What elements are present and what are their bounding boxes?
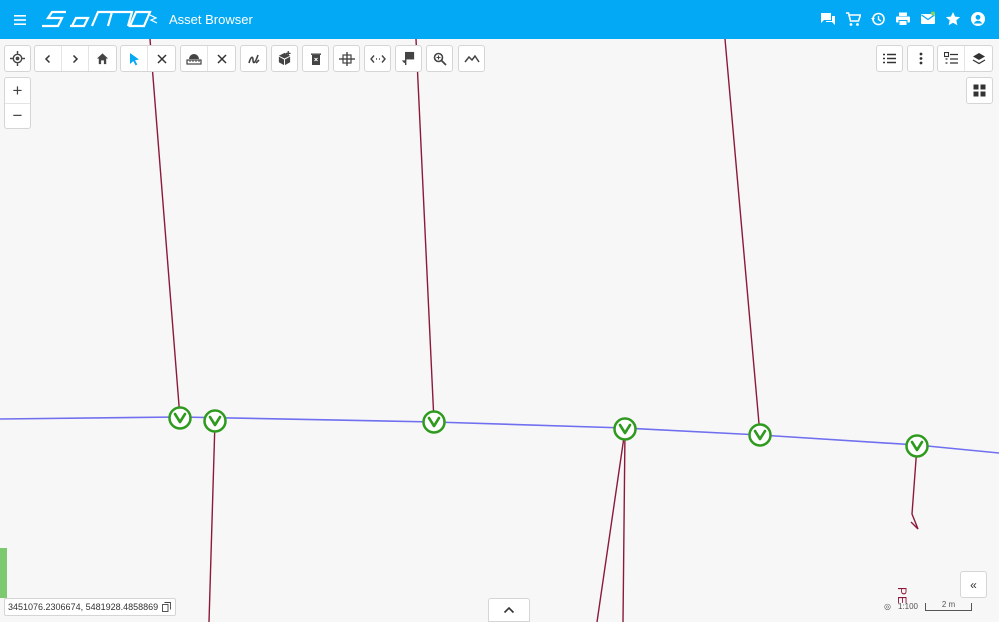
measure-group	[180, 45, 236, 72]
clear-measure-button[interactable]	[208, 46, 235, 71]
list-icon	[883, 53, 896, 64]
account-icon[interactable]	[968, 9, 987, 28]
list-button[interactable]	[876, 45, 903, 72]
legend-button[interactable]	[938, 46, 965, 71]
service-line	[415, 39, 435, 423]
legend-layers-group	[937, 45, 993, 72]
service-line	[910, 445, 919, 530]
service-line	[596, 429, 626, 622]
zoom-search-icon	[433, 52, 447, 66]
scale-bar-label: 2 m	[941, 599, 956, 609]
forward-icon	[72, 54, 79, 63]
mail-icon[interactable]	[918, 9, 937, 28]
copy-icon[interactable]	[162, 602, 172, 615]
main-line	[0, 416, 999, 454]
home-button[interactable]	[89, 46, 116, 71]
flag-button[interactable]	[395, 45, 422, 72]
split-button[interactable]	[333, 45, 360, 72]
service-line	[149, 39, 181, 419]
valve-icon	[422, 410, 446, 434]
app-title: Asset Browser	[169, 12, 253, 27]
grid-button[interactable]	[966, 77, 993, 104]
more-button[interactable]	[907, 45, 934, 72]
valve-icon	[748, 423, 772, 447]
zoom-in-button[interactable]: +	[5, 78, 30, 103]
service-line	[622, 429, 626, 622]
layers-button[interactable]	[965, 46, 992, 71]
forward-button[interactable]	[62, 46, 89, 71]
draw-icon	[247, 54, 260, 64]
scale-ratio: 1:100	[897, 602, 919, 611]
samo-logo	[40, 8, 160, 30]
valve-icon	[613, 417, 637, 441]
history-icon[interactable]	[868, 9, 887, 28]
zoom-search-button[interactable]	[426, 45, 453, 72]
side-panel-tab[interactable]	[0, 548, 7, 598]
valve-icon	[905, 434, 929, 458]
service-line	[724, 39, 761, 436]
zoom-control: + −	[4, 77, 31, 129]
map-canvas[interactable]: + − 3451076.2306674, 5481928.4858869 « P…	[0, 39, 999, 622]
expand-bottom-panel-button[interactable]	[488, 598, 530, 622]
zoom-out-button[interactable]: −	[5, 103, 30, 128]
clear-selection-button[interactable]	[148, 46, 175, 71]
measure-button[interactable]	[181, 46, 208, 71]
profile-button[interactable]	[458, 45, 485, 72]
valves	[168, 406, 929, 458]
scale-display: ◎ 1:100 2 m	[884, 599, 973, 611]
valve-icon	[168, 406, 192, 430]
more-icon	[919, 52, 922, 65]
delete-icon	[310, 53, 321, 65]
select-icon	[130, 52, 139, 65]
clear-measure-icon	[216, 53, 227, 64]
distance-icon	[369, 54, 386, 63]
layers-icon	[972, 52, 985, 64]
valve-icon	[203, 409, 227, 433]
back-button[interactable]	[35, 46, 62, 71]
info-icon: ◎	[884, 602, 891, 611]
locate-icon	[10, 51, 25, 66]
navigation-group	[34, 45, 117, 72]
star-icon[interactable]	[943, 9, 962, 28]
selection-group	[120, 45, 176, 72]
service-lines	[149, 39, 919, 622]
split-icon	[338, 51, 355, 66]
coordinate-text: 3451076.2306674, 5481928.4858869	[8, 602, 159, 612]
scale-bar: 2 m	[925, 599, 973, 611]
back-icon	[44, 54, 51, 63]
service-line	[208, 420, 216, 622]
network-layer	[0, 39, 999, 622]
chat-icon[interactable]	[818, 9, 837, 28]
delete-button[interactable]	[302, 45, 329, 72]
clear-selection-icon	[156, 53, 167, 64]
add-object-icon	[278, 51, 291, 66]
draw-button[interactable]	[240, 45, 267, 72]
chevron-up-icon	[503, 606, 515, 614]
coordinate-display: 3451076.2306674, 5481928.4858869	[4, 598, 177, 616]
app-bar: Asset Browser	[0, 0, 999, 39]
flag-icon	[401, 51, 415, 66]
select-button[interactable]	[121, 46, 148, 71]
add-object-button[interactable]	[271, 45, 298, 72]
measure-icon	[186, 53, 202, 65]
menu-icon[interactable]	[12, 11, 30, 29]
expand-side-panel-button[interactable]: «	[960, 571, 987, 598]
cart-icon[interactable]	[843, 9, 862, 28]
distance-button[interactable]	[364, 45, 391, 72]
home-icon	[96, 53, 109, 65]
grid-icon	[973, 84, 986, 97]
print-icon[interactable]	[893, 9, 912, 28]
locate-button[interactable]	[4, 45, 31, 72]
legend-icon	[944, 52, 958, 64]
profile-icon	[463, 54, 480, 62]
